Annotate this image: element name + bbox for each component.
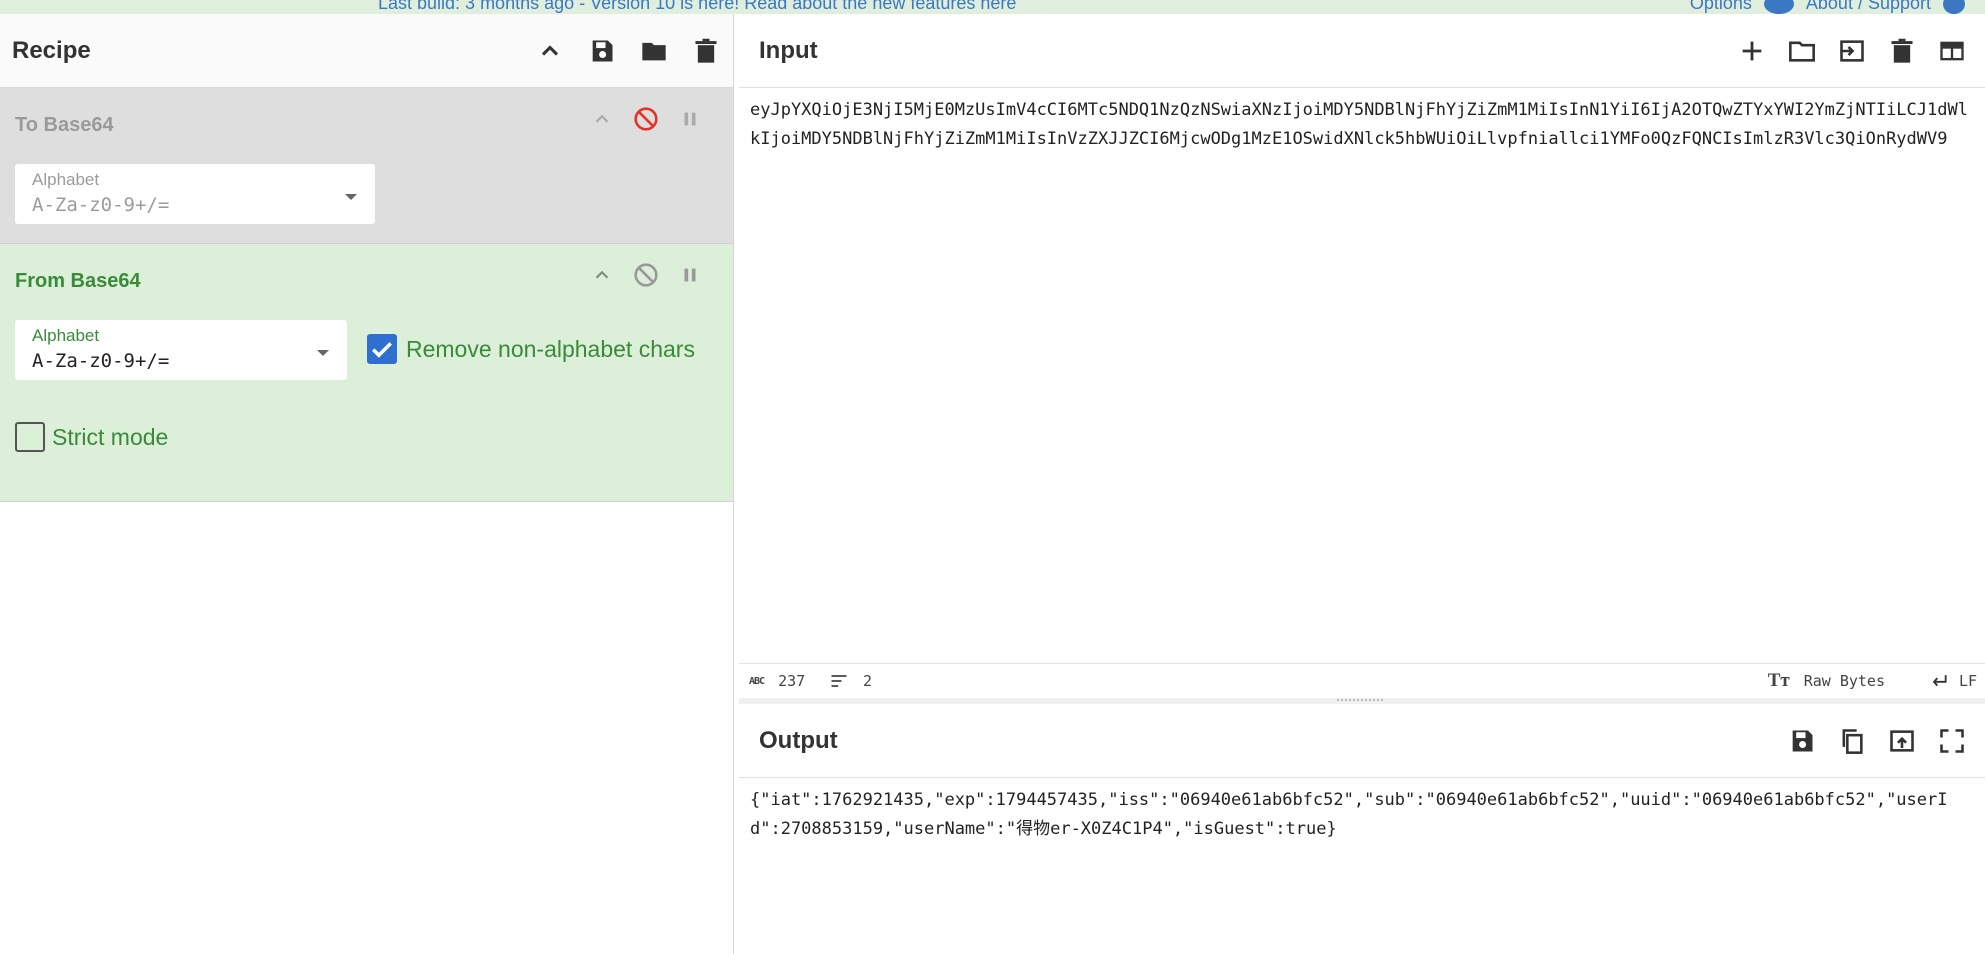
pause-icon — [684, 112, 696, 126]
operation-from-base64[interactable]: From Base64 Alphabet A-Za-z0-9+/= Remove… — [0, 244, 733, 502]
alphabet-select[interactable]: Alphabet A-Za-z0-9+/= — [15, 164, 375, 224]
disable-operation-button[interactable] — [633, 106, 659, 132]
alphabet-label: Alphabet — [32, 170, 100, 189]
collapse-operation-button[interactable] — [589, 262, 615, 288]
operation-title: To Base64 — [15, 114, 114, 136]
about-link[interactable]: About / Support — [1806, 0, 1931, 14]
strict-mode-checkbox[interactable] — [15, 422, 45, 452]
eol-selector[interactable]: LF — [1929, 671, 1977, 691]
caret-down-icon — [317, 350, 329, 356]
save-output-button[interactable] — [1787, 726, 1817, 756]
top-banner: Last build: 3 months ago - Version 10 is… — [0, 0, 1985, 14]
abc-icon: ABC — [749, 675, 765, 687]
clear-recipe-button[interactable] — [691, 36, 721, 66]
text-format-icon: Tт — [1767, 670, 1790, 691]
grip-icon — [1337, 699, 1383, 703]
alphabet-value: A-Za-z0-9+/= — [32, 350, 170, 372]
folder-open-icon — [1789, 41, 1815, 62]
banner-links: Options About / Support — [1690, 0, 1965, 14]
operation-to-base64[interactable]: To Base64 Alphabet A-Za-z0-9+/= — [0, 88, 733, 244]
caret-down-icon — [345, 194, 357, 200]
eol-value: LF — [1958, 672, 1977, 690]
copy-icon — [1842, 728, 1863, 754]
pause-icon — [684, 268, 696, 282]
chevron-up-icon — [595, 114, 609, 123]
clear-input-button[interactable] — [1887, 36, 1917, 66]
lines-icon — [831, 675, 847, 687]
output-panel: Output {"iat":1762921435,"exp":179445743… — [739, 704, 1985, 954]
layout-icon — [1940, 41, 1964, 60]
import-icon — [1840, 39, 1864, 62]
open-input-folder-button[interactable] — [1837, 36, 1867, 66]
recipe-panel: Recipe To Base64 Alphabet A-Za-z0-9+/= F… — [0, 14, 734, 954]
line-count: 2 — [829, 671, 872, 691]
recipe-title: Recipe — [12, 36, 91, 64]
trash-icon — [695, 38, 717, 63]
copy-output-button[interactable] — [1837, 726, 1867, 756]
load-recipe-button[interactable] — [639, 36, 669, 66]
folder-icon — [642, 42, 666, 60]
fullscreen-icon — [1940, 728, 1964, 753]
check-icon — [372, 342, 392, 358]
recipe-header: Recipe — [0, 14, 733, 88]
remove-nonalpha-checkbox[interactable] — [367, 334, 397, 364]
encoding-selector[interactable]: Tт Raw Bytes — [1768, 670, 1885, 692]
trash-icon — [1891, 38, 1913, 63]
upload-icon — [1890, 729, 1914, 752]
alphabet-value: A-Za-z0-9+/= — [32, 194, 170, 216]
gear-icon[interactable] — [1763, 0, 1794, 14]
line-count-value: 2 — [863, 672, 873, 690]
chevron-up-icon — [541, 44, 559, 56]
disable-icon — [634, 263, 658, 287]
save-recipe-button[interactable] — [587, 36, 617, 66]
input-title: Input — [759, 36, 818, 64]
input-textarea[interactable]: eyJpYXQiOjE3NjI5MjE0MzUsImV4cCI6MTc5NDQ1… — [739, 88, 1985, 154]
encoding-value: Raw Bytes — [1803, 672, 1885, 690]
maximise-output-button[interactable] — [1937, 726, 1967, 756]
return-icon — [1932, 675, 1947, 687]
banner-text[interactable]: Last build: 3 months ago - Version 10 is… — [378, 0, 1016, 14]
input-statusbar: ABC 237 2 Tт Raw Bytes LF — [739, 663, 1985, 698]
char-count: ABC 237 — [749, 672, 805, 690]
collapse-operation-button[interactable] — [589, 106, 615, 132]
alphabet-select[interactable]: Alphabet A-Za-z0-9+/= — [15, 320, 347, 380]
char-count-value: 237 — [778, 672, 806, 690]
remove-nonalpha-label[interactable]: Remove non-alphabet chars — [406, 336, 695, 363]
breakpoint-button[interactable] — [677, 262, 703, 288]
alphabet-label: Alphabet — [32, 326, 100, 345]
save-icon — [1792, 730, 1813, 751]
plus-icon — [1742, 41, 1762, 60]
reset-layout-button[interactable] — [1937, 36, 1967, 66]
breakpoint-button[interactable] — [677, 106, 703, 132]
collapse-all-button[interactable] — [535, 36, 565, 66]
help-icon[interactable] — [1943, 0, 1965, 14]
chevron-up-icon — [595, 270, 609, 279]
output-header: Output — [739, 704, 1985, 778]
operation-title: From Base64 — [15, 270, 141, 292]
open-input-file-button[interactable] — [1787, 36, 1817, 66]
disable-operation-button[interactable] — [633, 262, 659, 288]
add-input-tab-button[interactable] — [1737, 36, 1767, 66]
disable-icon — [634, 107, 658, 131]
strict-mode-label[interactable]: Strict mode — [52, 424, 168, 451]
replace-input-button[interactable] — [1887, 726, 1917, 756]
input-panel: Input eyJpYXQiOjE3NjI5MjE0MzUsImV4cCI6MT… — [739, 14, 1985, 698]
input-header: Input — [739, 14, 1985, 88]
output-title: Output — [759, 726, 838, 754]
options-link[interactable]: Options — [1690, 0, 1752, 14]
output-textarea[interactable]: {"iat":1762921435,"exp":1794457435,"iss"… — [739, 778, 1985, 844]
save-icon — [592, 40, 613, 61]
